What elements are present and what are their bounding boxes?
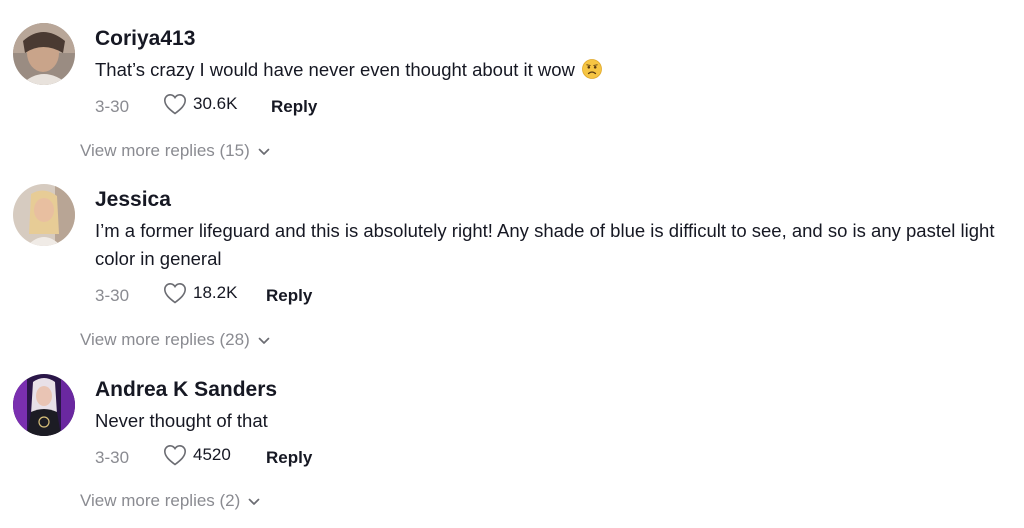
worried-face-emoji-icon: [582, 59, 602, 79]
avatar[interactable]: [13, 23, 75, 85]
reply-button[interactable]: Reply: [271, 97, 317, 117]
comment-meta: 3-30 30.6K Reply: [95, 93, 995, 123]
comment-date: 3-30: [95, 97, 130, 116]
comment-list: Coriya413 That’s crazy I would have neve…: [0, 0, 1024, 528]
like-button[interactable]: 4520: [163, 444, 231, 466]
avatar[interactable]: [13, 184, 75, 246]
comment-text: Never thought of that: [95, 410, 268, 431]
like-count: 30.6K: [193, 94, 238, 113]
avatar-image: [13, 374, 75, 436]
view-more-replies-label: View more replies (28): [80, 330, 250, 349]
view-more-replies-label: View more replies (2): [80, 491, 241, 510]
chevron-down-icon: [248, 491, 260, 511]
comment-date: 3-30: [95, 286, 130, 305]
reply-button[interactable]: Reply: [266, 286, 312, 306]
comment-text: I’m a former lifeguard and this is absol…: [95, 220, 995, 269]
view-more-replies-label: View more replies (15): [80, 141, 250, 160]
like-count: 4520: [193, 445, 231, 464]
comment-username[interactable]: Andrea K Sanders: [95, 377, 995, 403]
chevron-down-icon: [258, 141, 270, 161]
like-button[interactable]: 18.2K: [163, 282, 237, 304]
view-more-replies-button[interactable]: View more replies (15): [80, 141, 270, 161]
comment-username[interactable]: Coriya413: [95, 26, 995, 52]
reply-button[interactable]: Reply: [266, 448, 312, 468]
like-count: 18.2K: [193, 283, 238, 302]
comment-text: That’s crazy I would have never even tho…: [95, 56, 995, 84]
chevron-down-icon: [258, 330, 270, 350]
comment-meta: 3-30 4520 Reply: [95, 444, 995, 474]
comment-text-content: That’s crazy I would have never even tho…: [95, 59, 575, 80]
avatar[interactable]: [13, 374, 75, 436]
like-button[interactable]: 30.6K: [163, 93, 237, 115]
comment-meta: 3-30 18.2K Reply: [95, 282, 995, 312]
comment-username[interactable]: Jessica: [95, 187, 995, 213]
view-more-replies-button[interactable]: View more replies (2): [80, 491, 260, 511]
heart-outline-icon: [163, 444, 187, 466]
heart-outline-icon: [163, 93, 187, 115]
avatar-image: [13, 184, 75, 246]
view-more-replies-button[interactable]: View more replies (28): [80, 330, 270, 350]
avatar-image: [13, 23, 75, 85]
heart-outline-icon: [163, 282, 187, 304]
comment-date: 3-30: [95, 448, 130, 467]
